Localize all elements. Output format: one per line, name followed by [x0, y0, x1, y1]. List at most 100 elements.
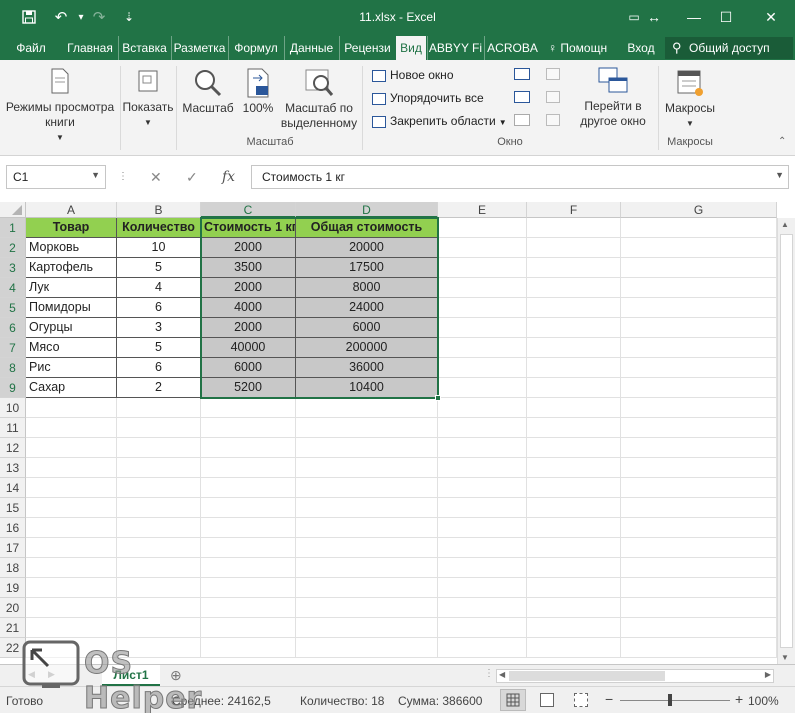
cell[interactable]: 24000	[296, 298, 438, 318]
cell[interactable]	[26, 398, 117, 418]
cell[interactable]: Мясо	[26, 338, 117, 358]
cell[interactable]	[527, 378, 621, 398]
cell[interactable]	[438, 338, 527, 358]
cell[interactable]: 200000	[296, 338, 438, 358]
tab-page-layout[interactable]: Разметка	[171, 36, 227, 60]
page-break-preview-icon[interactable]	[574, 693, 588, 707]
cell[interactable]	[527, 298, 621, 318]
select-all-corner[interactable]	[0, 202, 26, 218]
cell[interactable]: 6000	[296, 318, 438, 338]
maximize-button[interactable]: ☐	[712, 6, 740, 28]
column-header-a[interactable]: A	[26, 202, 117, 218]
cell[interactable]: 2000	[201, 278, 296, 298]
cell[interactable]	[201, 638, 296, 658]
row-header[interactable]: 11	[0, 418, 26, 438]
cell[interactable]	[296, 638, 438, 658]
row-header[interactable]: 15	[0, 498, 26, 518]
chevron-down-icon[interactable]: ▼	[91, 170, 100, 180]
row-header[interactable]: 22	[0, 638, 26, 658]
tab-acrobat[interactable]: ACROBA	[484, 36, 540, 60]
cell[interactable]	[438, 218, 527, 238]
cell[interactable]	[26, 478, 117, 498]
expand-formula-bar-icon[interactable]: ▼	[775, 170, 784, 180]
cell[interactable]	[201, 498, 296, 518]
cell[interactable]	[527, 538, 621, 558]
split-icon[interactable]	[514, 68, 530, 80]
scroll-down-icon[interactable]: ▼	[781, 653, 789, 662]
vertical-scrollbar[interactable]: ▲ ▼	[777, 218, 795, 664]
cell[interactable]	[438, 258, 527, 278]
cell[interactable]	[117, 518, 201, 538]
cell[interactable]	[296, 498, 438, 518]
cell[interactable]	[621, 438, 777, 458]
row-header[interactable]: 10	[0, 398, 26, 418]
sign-in-link[interactable]: Вход	[624, 36, 658, 60]
row-header[interactable]: 20	[0, 598, 26, 618]
cell[interactable]	[296, 418, 438, 438]
cell[interactable]	[438, 498, 527, 518]
cell[interactable]: Рис	[26, 358, 117, 378]
cell[interactable]	[527, 518, 621, 538]
cell[interactable]	[438, 318, 527, 338]
cell[interactable]	[117, 418, 201, 438]
table-header-cell[interactable]: Товар	[26, 218, 117, 238]
cell[interactable]	[621, 218, 777, 238]
cell[interactable]	[26, 538, 117, 558]
normal-view-icon[interactable]	[500, 689, 526, 711]
cell[interactable]: Лук	[26, 278, 117, 298]
tab-data[interactable]: Данные	[284, 36, 338, 60]
cell[interactable]	[438, 598, 527, 618]
cell[interactable]	[26, 598, 117, 618]
zoom-out-icon[interactable]: −	[605, 691, 613, 707]
cell[interactable]	[621, 518, 777, 538]
drag-handle-icon[interactable]: ⋮	[118, 171, 128, 182]
cell[interactable]	[438, 298, 527, 318]
cell[interactable]	[438, 578, 527, 598]
cell[interactable]	[26, 458, 117, 478]
cell[interactable]: 6	[117, 358, 201, 378]
page-layout-view-icon[interactable]	[540, 693, 554, 707]
close-button[interactable]: ✕	[757, 6, 785, 28]
cell[interactable]	[621, 278, 777, 298]
cell[interactable]	[527, 318, 621, 338]
resize-icon[interactable]: ↔	[640, 6, 668, 28]
cell[interactable]	[201, 518, 296, 538]
prev-sheet-icon[interactable]: ◀	[28, 669, 35, 680]
vertical-scroll-thumb[interactable]	[780, 234, 793, 648]
cell[interactable]	[527, 438, 621, 458]
row-header[interactable]: 5	[0, 298, 26, 318]
cell[interactable]	[201, 538, 296, 558]
book-views-button[interactable]: Режимы просмотра книги ▼	[2, 68, 118, 145]
cell[interactable]	[527, 278, 621, 298]
synchronous-scrolling-icon[interactable]	[546, 91, 560, 103]
cell[interactable]	[621, 258, 777, 278]
show-button[interactable]: Показать ▼	[122, 68, 174, 130]
cell[interactable]	[527, 618, 621, 638]
cell[interactable]	[621, 498, 777, 518]
cell[interactable]	[117, 478, 201, 498]
tab-home[interactable]: Главная	[64, 36, 116, 60]
cell[interactable]	[527, 558, 621, 578]
cell[interactable]	[527, 358, 621, 378]
cell[interactable]	[438, 518, 527, 538]
row-header[interactable]: 13	[0, 458, 26, 478]
cell[interactable]	[527, 638, 621, 658]
arrange-all-button[interactable]: Упорядочить все	[372, 88, 484, 108]
cell[interactable]	[527, 478, 621, 498]
cell[interactable]	[296, 558, 438, 578]
cell[interactable]	[621, 478, 777, 498]
cell[interactable]	[201, 578, 296, 598]
cell[interactable]: 5	[117, 338, 201, 358]
tab-view[interactable]: Вид	[396, 36, 426, 61]
cell[interactable]: 5200	[201, 378, 296, 398]
cell[interactable]: 3500	[201, 258, 296, 278]
cell[interactable]	[117, 458, 201, 478]
cell[interactable]	[26, 578, 117, 598]
row-header[interactable]: 12	[0, 438, 26, 458]
cell[interactable]	[621, 598, 777, 618]
cell[interactable]	[621, 418, 777, 438]
cell[interactable]	[438, 238, 527, 258]
cell[interactable]	[201, 598, 296, 618]
tab-review[interactable]: Рецензи	[339, 36, 395, 60]
cell[interactable]	[621, 578, 777, 598]
